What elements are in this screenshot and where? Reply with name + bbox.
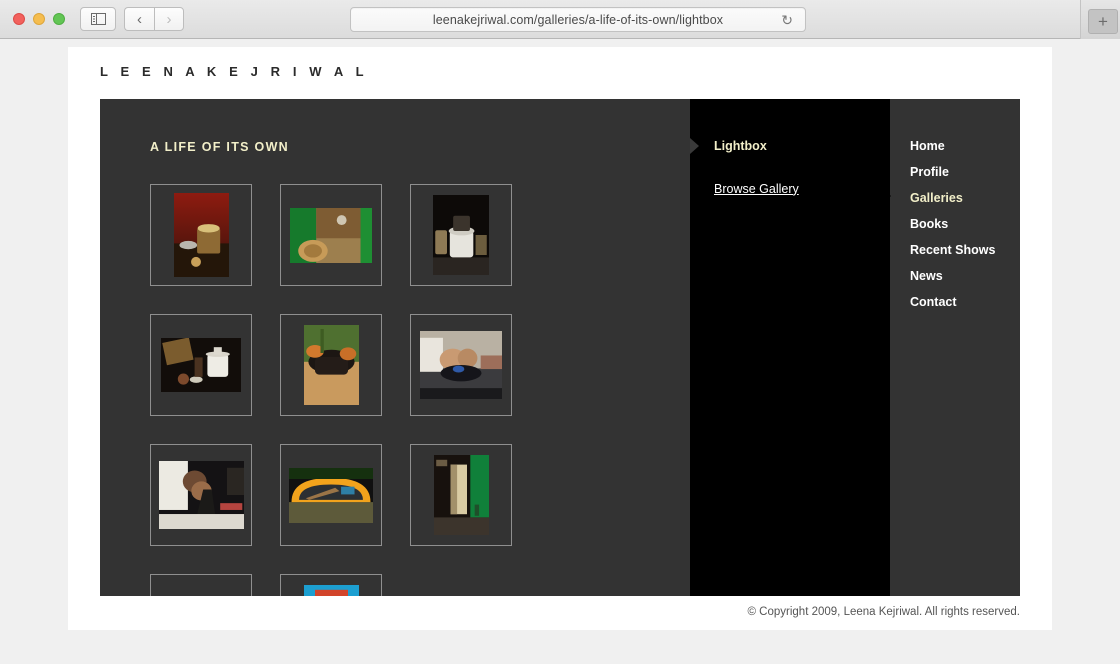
back-button[interactable]: ‹ xyxy=(124,7,154,31)
thumbnail-yellow-taxi-rear-window[interactable] xyxy=(280,444,382,546)
nav-item-books[interactable]: Books xyxy=(910,218,1020,231)
sidebar-icon xyxy=(90,13,106,25)
main-nav: Home Profile Galleries Books Recent Shows New… xyxy=(910,140,1020,322)
nav-item-label: Home xyxy=(910,139,945,153)
nav-item-label: Profile xyxy=(910,165,949,179)
minimize-window-button[interactable] xyxy=(33,13,45,25)
nav-item-label: Galleries xyxy=(910,191,963,205)
content-panel: A LIFE OF ITS OWN Lightbox Browse Galler… xyxy=(100,99,1020,596)
url-text: leenakejriwal.com/galleries/a-life-of-it… xyxy=(432,12,724,27)
thumbnail-white-kettle-basket[interactable] xyxy=(150,314,252,416)
nav-item-news[interactable]: News xyxy=(910,270,1020,283)
nav-item-home[interactable]: Home xyxy=(910,140,1020,153)
nav-item-recent-shows[interactable]: Recent Shows xyxy=(910,244,1020,257)
nav-active-arrow-icon xyxy=(882,188,891,204)
thumbnail-hands-scrubbing-pot[interactable] xyxy=(410,314,512,416)
sidebar-toggle-button[interactable] xyxy=(80,7,116,31)
lightbox-menu: Lightbox Browse Gallery xyxy=(714,140,884,225)
new-tab-button[interactable]: + xyxy=(1088,9,1118,34)
lightbox-menu-item-label: Browse Gallery xyxy=(714,181,799,196)
lightbox-menu-item-lightbox[interactable]: Lightbox xyxy=(714,140,884,153)
reload-icon[interactable]: ↻ xyxy=(781,13,793,27)
page-body: L E E N A K E J R I W A L A LIFE OF ITS … xyxy=(68,47,1052,630)
nav-item-profile[interactable]: Profile xyxy=(910,166,1020,179)
browser-toolbar: ‹ › leenakejriwal.com/galleries/a-life-o… xyxy=(0,0,1120,39)
plus-icon: + xyxy=(1098,12,1108,31)
close-window-button[interactable] xyxy=(13,13,25,25)
thumbnail-image xyxy=(303,325,359,405)
nav-item-label: News xyxy=(910,269,943,283)
lightbox-menu-item-browse-gallery[interactable]: Browse Gallery xyxy=(714,181,884,196)
thumbnail-image xyxy=(303,585,359,596)
thumbnail-image xyxy=(433,455,489,535)
thumbnail-image xyxy=(158,461,244,529)
thumbnail-white-pot-dark-kitchen[interactable] xyxy=(410,184,512,286)
thumbnail-hands-polishing-vessel[interactable] xyxy=(150,444,252,546)
nav-item-label: Recent Shows xyxy=(910,243,996,257)
footer-copyright: © Copyright 2009, Leena Kejriwal. All ri… xyxy=(747,606,1020,618)
nav-item-contact[interactable]: Contact xyxy=(910,296,1020,309)
gallery-title: A LIFE OF ITS OWN xyxy=(150,140,289,154)
lightbox-active-arrow-icon xyxy=(690,138,699,154)
nav-item-label: Contact xyxy=(910,295,957,309)
nav-item-galleries[interactable]: Galleries xyxy=(910,192,1020,205)
thumbnail-image xyxy=(173,193,229,277)
thumbnail-image xyxy=(289,467,373,523)
thumbnail-image xyxy=(433,195,489,275)
thumbnail-stone-vessels-by-water[interactable] xyxy=(150,574,252,596)
lightbox-menu-item-label: Lightbox xyxy=(714,139,767,153)
thumbnail-red-wall-basket-still-life[interactable] xyxy=(150,184,252,286)
thumbnail-image xyxy=(290,207,372,263)
chevron-left-icon: ‹ xyxy=(137,10,142,28)
address-bar[interactable]: leenakejriwal.com/galleries/a-life-of-it… xyxy=(350,7,806,32)
page-title: L E E N A K E J R I W A L xyxy=(100,64,369,79)
chevron-right-icon: › xyxy=(166,10,172,28)
thumbnail-image xyxy=(161,338,241,392)
new-tab-area: + xyxy=(1080,0,1120,39)
thumbnail-blue-shopfront-street[interactable] xyxy=(280,574,382,596)
thumbnail-black-pot-on-stone[interactable] xyxy=(280,314,382,416)
window-controls xyxy=(13,13,65,25)
nav-item-label: Books xyxy=(910,217,949,231)
forward-button[interactable]: › xyxy=(154,7,184,31)
maximize-window-button[interactable] xyxy=(53,13,65,25)
thumbnail-green-door-wooden-lid[interactable] xyxy=(280,184,382,286)
thumbnail-image xyxy=(420,331,502,399)
thumbnail-grid xyxy=(150,184,620,596)
thumbnail-green-wall-doorway-interior[interactable] xyxy=(410,444,512,546)
